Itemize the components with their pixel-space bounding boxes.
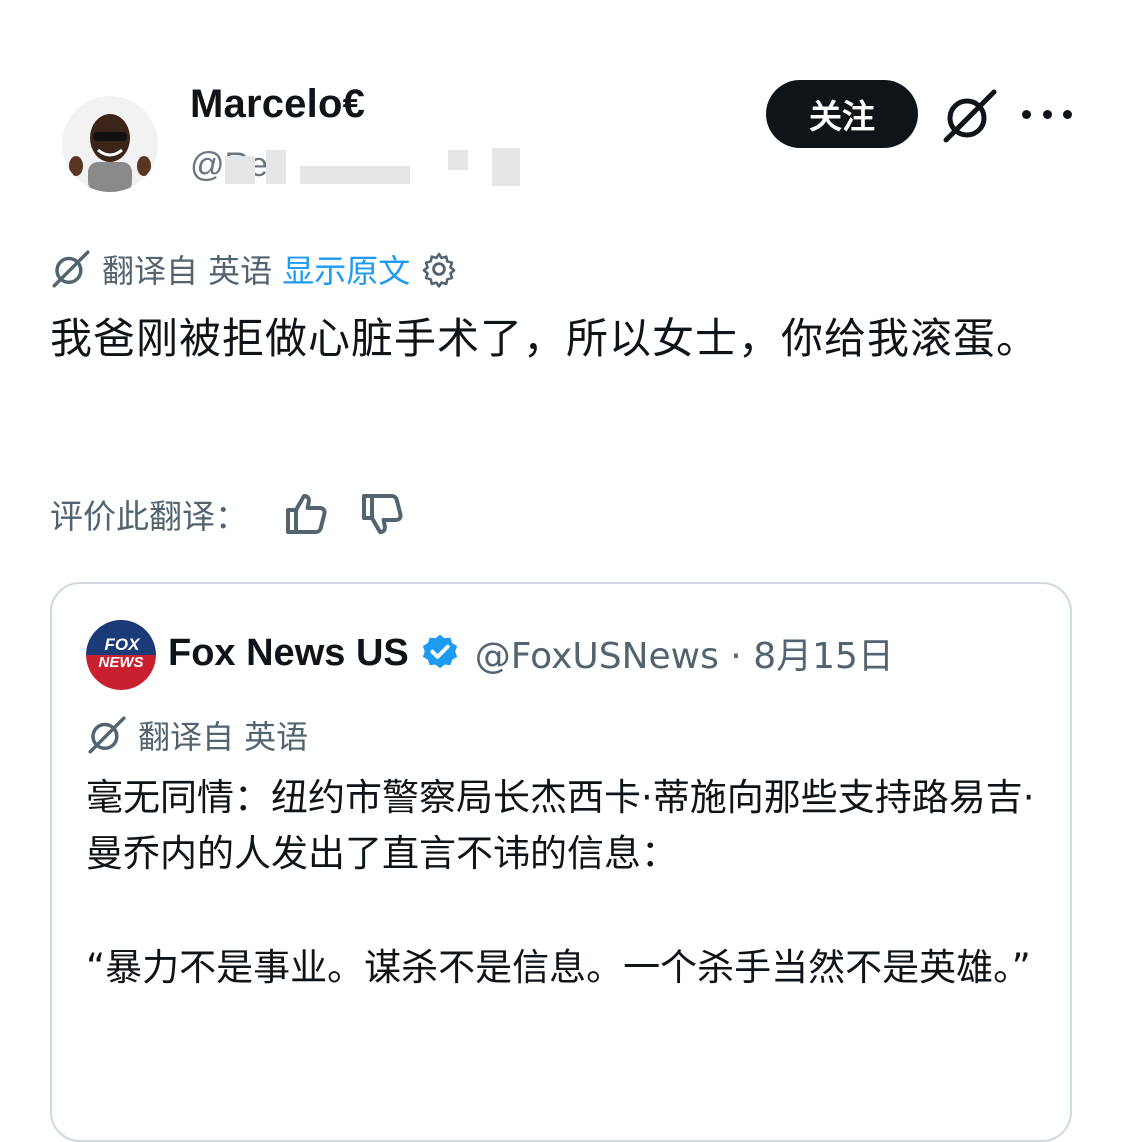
quote-translation-label: 翻译自 英语 <box>138 718 309 756</box>
redaction-block <box>448 150 468 170</box>
translate-icon <box>52 250 90 288</box>
display-name[interactable]: Marcelo€ <box>190 82 365 127</box>
more-icon[interactable] <box>1022 94 1072 134</box>
translation-bar: 翻译自 英语 显示原文 <box>50 246 458 292</box>
follow-button[interactable]: 关注 <box>766 80 918 148</box>
logo-text-news: NEWS <box>99 654 144 671</box>
redaction-block <box>300 166 410 184</box>
redaction-block <box>225 156 255 184</box>
quote-translation-bar: 翻译自 英语 <box>86 712 308 758</box>
tweet-text: 我爸刚被拒做心脏手术了，所以女士，你给我滚蛋。 <box>50 314 1040 363</box>
rate-translation-row: 评价此翻译： <box>50 486 406 542</box>
more-dot <box>1042 109 1052 119</box>
more-dot <box>1022 109 1031 119</box>
redaction-block <box>266 150 286 184</box>
grok-icon[interactable] <box>940 86 1000 146</box>
gear-icon[interactable] <box>420 250 458 288</box>
verified-badge-icon <box>422 634 457 669</box>
show-original-link[interactable]: 显示原文 <box>282 246 410 292</box>
thumbs-up-icon[interactable] <box>282 490 330 538</box>
fox-news-logo[interactable]: FOX NEWS <box>86 620 156 690</box>
quote-header: Fox News US @FoxUSNews · 8月15日 <box>168 626 894 680</box>
translation-label: 翻译自 英语 <box>102 252 273 290</box>
quote-paragraph: 毫无同情：纽约市警察局长杰西卡·蒂施向那些支持路易吉·曼乔内的人发出了直言不讳的… <box>86 776 1035 875</box>
quote-paragraph: “暴力不是事业。谋杀不是信息。一个杀手当然不是英雄。” <box>86 946 1031 989</box>
translate-icon <box>88 716 126 754</box>
avatar[interactable] <box>62 96 158 192</box>
thumbs-down-icon[interactable] <box>358 490 406 538</box>
rate-translation-label: 评价此翻译： <box>50 497 248 536</box>
quote-body: 毫无同情：纽约市警察局长杰西卡·蒂施向那些支持路易吉·曼乔内的人发出了直言不讳的… <box>86 770 1046 996</box>
logo-text-fox: FOX <box>105 635 142 654</box>
more-dot <box>1063 109 1072 119</box>
redaction-block <box>492 148 520 186</box>
quote-author-name[interactable]: Fox News US <box>168 632 409 675</box>
quote-handle-date[interactable]: @FoxUSNews · 8月15日 <box>475 627 894 679</box>
